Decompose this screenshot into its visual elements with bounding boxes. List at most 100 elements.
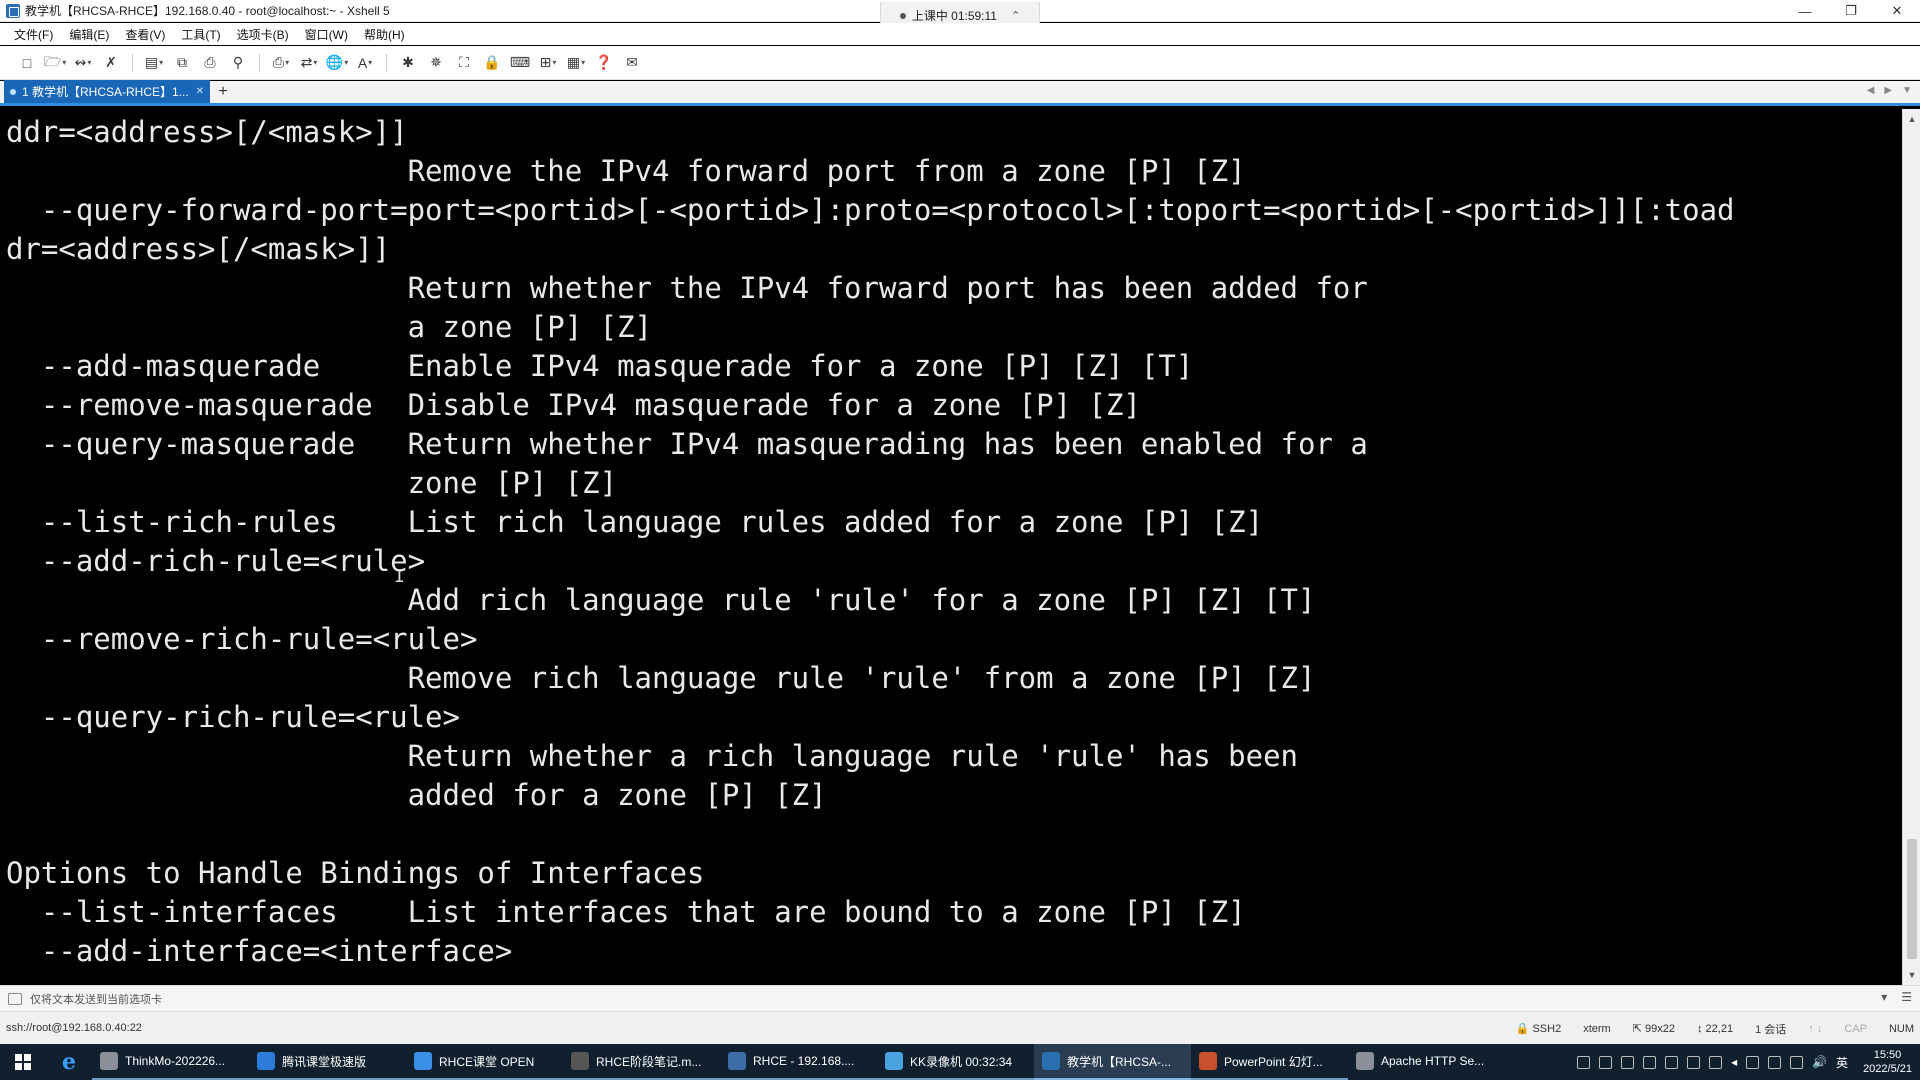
menu-window[interactable]: 窗口(W) xyxy=(305,26,348,43)
tab-next-icon[interactable]: ▶ xyxy=(1884,85,1892,96)
taskbar-app-button[interactable]: RHCE阶段笔记.m... xyxy=(563,1044,720,1080)
windows-taskbar: e ThinkMo-202226... 腾讯课堂极速版 RHCE课堂 OPEN RHC… xyxy=(0,1044,1920,1080)
compose-icon xyxy=(8,992,22,1005)
lock-icon[interactable]: 🔒 xyxy=(481,52,503,74)
new-tab-icon[interactable]: ⊞ xyxy=(537,52,559,74)
tray-usb-icon[interactable] xyxy=(1687,1055,1701,1069)
start-button[interactable] xyxy=(0,1044,46,1080)
keyboard-icon[interactable]: ⌨ xyxy=(509,52,531,74)
tray-network-icon[interactable] xyxy=(1790,1055,1804,1069)
restore-button[interactable]: ❐ xyxy=(1828,0,1874,22)
terminal-line: ddr=<address>[/<mask>]] xyxy=(6,115,408,149)
taskbar-app-button[interactable]: Apache HTTP Se... xyxy=(1348,1044,1505,1080)
taskbar-app-button[interactable]: PowerPoint 幻灯... xyxy=(1191,1044,1348,1080)
tray-wechat-icon[interactable] xyxy=(1599,1055,1613,1069)
tab-session-1[interactable]: 1 教学机【RHCSA-RHCE】1... ✕ xyxy=(4,80,210,103)
find-icon[interactable]: ⚲ xyxy=(227,52,249,74)
system-tray: ◂ 🔊 英 15:50 2022/5/21 xyxy=(1577,1044,1920,1080)
tray-show-hidden-icon[interactable]: ◂ xyxy=(1731,1055,1737,1069)
taskbar-app-button[interactable]: RHCE - 192.168.... xyxy=(720,1044,877,1080)
compose-menu-icon[interactable]: ☰ xyxy=(1901,990,1912,1004)
print-icon[interactable]: ⎙ xyxy=(270,52,292,74)
terminal-line: Options to Handle Bindings of Interfaces xyxy=(6,856,705,890)
tray-settings-icon[interactable] xyxy=(1643,1055,1657,1069)
taskbar-app-button[interactable]: 教学机【RHCSA-... xyxy=(1034,1044,1191,1080)
taskbar-app-button[interactable]: ThinkMo-202226... xyxy=(92,1044,249,1080)
menu-tabs[interactable]: 选项卡(B) xyxy=(237,26,289,43)
xftp-icon[interactable]: ✱ xyxy=(397,52,419,74)
tray-battery-icon[interactable] xyxy=(1746,1055,1760,1069)
tab-close-icon[interactable]: ✕ xyxy=(196,86,204,97)
taskbar-app-label: KK录像机 00:32:34 xyxy=(910,1054,1013,1069)
menu-tools[interactable]: 工具(T) xyxy=(181,26,220,43)
taskbar-app-label: 腾讯课堂极速版 xyxy=(282,1054,367,1069)
terminal-output[interactable]: ddr=<address>[/<mask>]] Remove the IPv4 … xyxy=(0,109,1902,985)
compose-placeholder[interactable]: 仅将文本发送到当前选项卡 xyxy=(30,991,162,1007)
chevron-up-icon[interactable]: ⌃ xyxy=(1011,9,1020,22)
copy-icon[interactable]: ⧉ xyxy=(171,52,193,74)
minimize-button[interactable]: — xyxy=(1782,0,1828,22)
app-icon xyxy=(571,1052,589,1070)
help-icon[interactable]: ❓ xyxy=(593,52,615,74)
tab-menu-icon[interactable]: ▼ xyxy=(1902,85,1912,96)
layout-icon[interactable]: ▦ xyxy=(565,52,587,74)
add-tab-button[interactable]: + xyxy=(212,81,234,103)
taskbar-app-button[interactable]: 腾讯课堂极速版 xyxy=(249,1044,406,1080)
paste-icon[interactable]: ⎙ xyxy=(199,52,221,74)
windows-logo-icon xyxy=(15,1054,31,1070)
clock-date: 2022/5/21 xyxy=(1863,1063,1912,1075)
status-right: 🔒 SSH2 xterm ⇱ 99x22 ↕ 22,21 1 会话 ↑ ↓ CA… xyxy=(1516,1012,1914,1045)
menu-file[interactable]: 文件(F) xyxy=(14,26,53,43)
terminal-line: Return whether a rich language rule 'rul… xyxy=(6,739,1299,773)
tray-ime-label[interactable]: 英 xyxy=(1836,1054,1848,1071)
status-num: NUM xyxy=(1888,1022,1914,1035)
taskbar-app-label: RHCE - 192.168.... xyxy=(753,1054,855,1068)
tray-chat-icon[interactable] xyxy=(1577,1055,1591,1069)
status-size-value: 99x22 xyxy=(1644,1023,1675,1035)
terminal-line: --query-rich-rule=<rule> xyxy=(6,700,460,734)
menu-help[interactable]: 帮助(H) xyxy=(364,26,405,43)
terminal-scrollbar[interactable]: ▲ ▼ xyxy=(1902,109,1920,985)
transfer-icon[interactable]: ⇄ xyxy=(298,52,320,74)
font-icon[interactable]: A xyxy=(354,52,376,74)
open-folder-icon[interactable]: 🗁 xyxy=(44,52,66,74)
tray-display-icon[interactable] xyxy=(1665,1055,1679,1069)
taskbar-app-label: RHCE课堂 OPEN xyxy=(439,1054,535,1069)
taskbar-clock[interactable]: 15:50 2022/5/21 xyxy=(1863,1048,1912,1076)
terminal-line: Remove the IPv4 forward port from a zone… xyxy=(6,154,1246,188)
tray-monitor-icon[interactable] xyxy=(1709,1055,1723,1069)
terminal-line: a zone [P] [Z] xyxy=(6,310,653,344)
disconnect-icon[interactable]: ✗ xyxy=(100,52,122,74)
compose-bar[interactable]: 仅将文本发送到当前选项卡 ▾ ☰ xyxy=(0,985,1920,1011)
fullscreen-icon[interactable]: ⛶ xyxy=(453,52,475,74)
taskbar-app-label: 教学机【RHCSA-... xyxy=(1067,1054,1172,1069)
scroll-up-icon[interactable]: ▲ xyxy=(1903,111,1920,127)
tray-app-icon[interactable] xyxy=(1621,1055,1635,1069)
xshell-app-icon xyxy=(6,3,20,18)
taskbar-app-label: PowerPoint 幻灯... xyxy=(1224,1054,1323,1069)
taskbar-app-label: Apache HTTP Se... xyxy=(1381,1054,1485,1068)
ie-browser-icon[interactable]: e xyxy=(46,1044,92,1080)
app-icon xyxy=(1199,1052,1217,1070)
tray-mic-icon[interactable] xyxy=(1768,1055,1782,1069)
taskbar-app-button[interactable]: RHCE课堂 OPEN xyxy=(406,1044,563,1080)
tray-volume-icon[interactable]: 🔊 xyxy=(1812,1055,1827,1069)
tab-prev-icon[interactable]: ◀ xyxy=(1867,85,1875,96)
scroll-down-icon[interactable]: ▼ xyxy=(1903,967,1920,983)
terminal-line: --list-rich-rules List rich language rul… xyxy=(6,505,1264,539)
menu-edit[interactable]: 编辑(E) xyxy=(69,26,109,43)
menu-view[interactable]: 查看(V) xyxy=(125,26,165,43)
status-cursor-value: 22,21 xyxy=(1705,1022,1734,1035)
new-session-icon[interactable]: □ xyxy=(16,52,38,74)
terminal-line: --list-interfaces List interfaces that a… xyxy=(6,895,1246,929)
compose-dropdown-icon[interactable]: ▾ xyxy=(1881,990,1887,1004)
globe-icon[interactable]: 🌐 xyxy=(326,52,348,74)
terminal-line: dr=<address>[/<mask>]] xyxy=(6,232,391,266)
connect-icon[interactable]: ↭ xyxy=(72,52,94,74)
taskbar-app-button[interactable]: KK录像机 00:32:34 xyxy=(877,1044,1034,1080)
chat-icon[interactable]: ✉ xyxy=(621,52,643,74)
xmanager-icon[interactable]: ✵ xyxy=(425,52,447,74)
properties-icon[interactable]: ▤ xyxy=(143,52,165,74)
close-button[interactable]: ✕ xyxy=(1874,0,1920,22)
scroll-thumb[interactable] xyxy=(1907,839,1917,959)
